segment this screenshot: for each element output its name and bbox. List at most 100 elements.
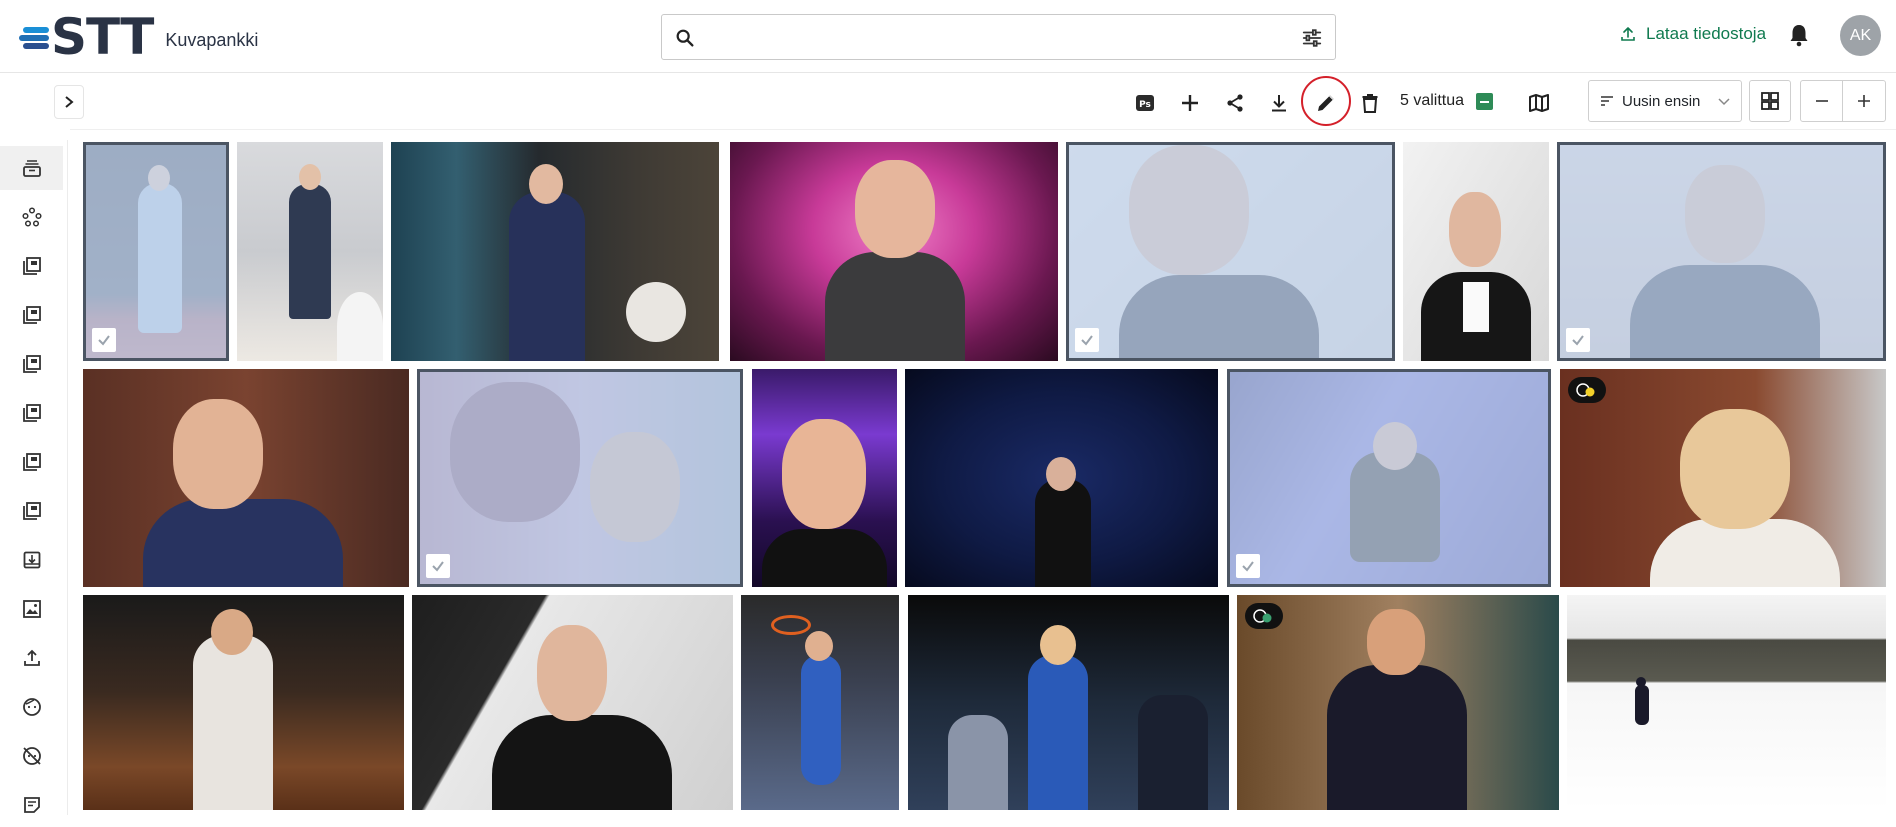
- edit-button[interactable]: [1309, 86, 1343, 120]
- collection-icon: [22, 355, 41, 373]
- notifications-bell-icon[interactable]: [1784, 20, 1814, 50]
- selected-checkbox[interactable]: [1075, 328, 1099, 352]
- filter-settings-icon[interactable]: [1301, 27, 1323, 49]
- check-icon: [432, 561, 444, 572]
- archive-download-icon: [23, 551, 40, 569]
- selected-checkbox[interactable]: [1236, 554, 1260, 578]
- graph-icon: [21, 207, 42, 227]
- sidebar-item-images[interactable]: [0, 587, 63, 631]
- zoom-out-button[interactable]: [1801, 81, 1844, 121]
- collection-icon: [22, 306, 41, 324]
- svg-text:Ps: Ps: [1139, 100, 1151, 110]
- search-bar[interactable]: [661, 14, 1336, 60]
- app-subtitle: Kuvapankki: [165, 29, 259, 50]
- zoom-control: [1800, 80, 1886, 122]
- trash-icon: [1362, 94, 1378, 113]
- sidebar-item-collection-5[interactable]: [0, 440, 63, 484]
- sidebar-item-collection-4[interactable]: [0, 391, 63, 435]
- upload-icon: [23, 649, 40, 666]
- photoshop-icon: Ps: [1136, 95, 1154, 111]
- check-icon: [98, 335, 110, 346]
- sort-selected-label: Uusin ensin: [1622, 92, 1701, 110]
- check-icon: [1242, 561, 1254, 572]
- photo-tile[interactable]: [237, 142, 383, 361]
- share-icon: [1227, 94, 1243, 112]
- photo-tile[interactable]: [1560, 369, 1886, 587]
- download-icon: [1272, 95, 1286, 112]
- sidebar-item-collection-2[interactable]: [0, 293, 63, 337]
- sidebar-item-faces-hidden[interactable]: [0, 734, 63, 778]
- open-in-photoshop-button[interactable]: Ps: [1128, 86, 1162, 120]
- collection-icon: [22, 404, 41, 422]
- image-icon: [22, 600, 41, 618]
- sidebar-item-notes[interactable]: [0, 783, 63, 827]
- photo-tile[interactable]: [83, 369, 409, 587]
- map-view-button[interactable]: [1522, 86, 1556, 120]
- photo-tile[interactable]: [412, 595, 733, 810]
- sidebar-item-faces[interactable]: [0, 685, 63, 729]
- photo-tile[interactable]: [1557, 142, 1886, 361]
- sidebar: [0, 140, 68, 815]
- logo-brand: STT: [51, 8, 154, 66]
- photo-tile[interactable]: [417, 369, 743, 587]
- photo-tile[interactable]: [83, 595, 404, 810]
- collection-icon: [22, 453, 41, 471]
- photo-tile[interactable]: [83, 142, 229, 361]
- photo-tile[interactable]: [908, 595, 1229, 810]
- selected-count: 5 valittua: [1400, 92, 1465, 109]
- sidebar-item-network[interactable]: [0, 195, 63, 239]
- selected-checkbox[interactable]: [1566, 328, 1590, 352]
- zoom-in-button[interactable]: [1843, 81, 1885, 121]
- search-input[interactable]: [708, 23, 1268, 51]
- photo-tile[interactable]: [741, 595, 899, 810]
- sidebar-item-upload[interactable]: [0, 636, 63, 680]
- upload-icon: [1621, 27, 1635, 41]
- face-icon: [22, 698, 41, 716]
- delete-button[interactable]: [1353, 86, 1387, 120]
- logo-mark-icon: [19, 21, 49, 53]
- sidebar-item-collection-6[interactable]: [0, 489, 63, 533]
- photo-tile[interactable]: [752, 369, 897, 587]
- face-recognition-badge: [1568, 377, 1606, 403]
- notes-icon: [23, 797, 40, 813]
- selected-checkbox[interactable]: [92, 328, 116, 352]
- sidebar-expand-button[interactable]: [54, 85, 84, 119]
- sort-lines-icon: [1601, 96, 1613, 106]
- plus-icon: [1182, 95, 1198, 111]
- share-button[interactable]: [1218, 86, 1252, 120]
- photo-tile[interactable]: [1567, 595, 1886, 810]
- photo-tile[interactable]: [1237, 595, 1559, 810]
- photo-tile[interactable]: [1066, 142, 1395, 361]
- selected-checkbox[interactable]: [426, 554, 450, 578]
- user-avatar[interactable]: AK: [1840, 15, 1881, 56]
- collection-icon: [22, 257, 41, 275]
- sidebar-item-downloads[interactable]: [0, 538, 63, 582]
- deselect-all-checkbox[interactable]: [1476, 93, 1493, 110]
- download-button[interactable]: [1262, 86, 1296, 120]
- upload-files-button[interactable]: Lataa tiedostoja: [1620, 24, 1766, 44]
- collection-icon: [22, 502, 41, 520]
- pencil-icon: [1318, 95, 1334, 111]
- sort-dropdown[interactable]: Uusin ensin: [1588, 80, 1742, 122]
- face-badge-icon: [1576, 383, 1595, 397]
- sidebar-item-collection-3[interactable]: [0, 342, 63, 386]
- photo-tile[interactable]: [1227, 369, 1551, 587]
- map-icon: [1529, 94, 1549, 112]
- check-icon: [1081, 335, 1093, 346]
- stack-icon: [22, 160, 41, 177]
- photo-tile[interactable]: [905, 369, 1218, 587]
- stt-logo[interactable]: STT Kuvapankki: [19, 8, 259, 66]
- sidebar-item-collection-1[interactable]: [0, 244, 63, 288]
- photo-tile[interactable]: [1403, 142, 1549, 361]
- chevron-down-icon: [1718, 98, 1730, 106]
- grid-view-button[interactable]: [1749, 80, 1791, 122]
- grid-icon: [1761, 92, 1779, 110]
- face-badge-icon: [1253, 609, 1272, 623]
- plus-icon: [1858, 95, 1870, 107]
- sidebar-item-all-media[interactable]: [0, 146, 63, 190]
- photo-tile[interactable]: [730, 142, 1058, 361]
- add-to-collection-button[interactable]: [1173, 86, 1207, 120]
- photo-tile[interactable]: [391, 142, 719, 361]
- upload-label: Lataa tiedostoja: [1646, 24, 1767, 43]
- face-recognition-badge: [1245, 603, 1283, 629]
